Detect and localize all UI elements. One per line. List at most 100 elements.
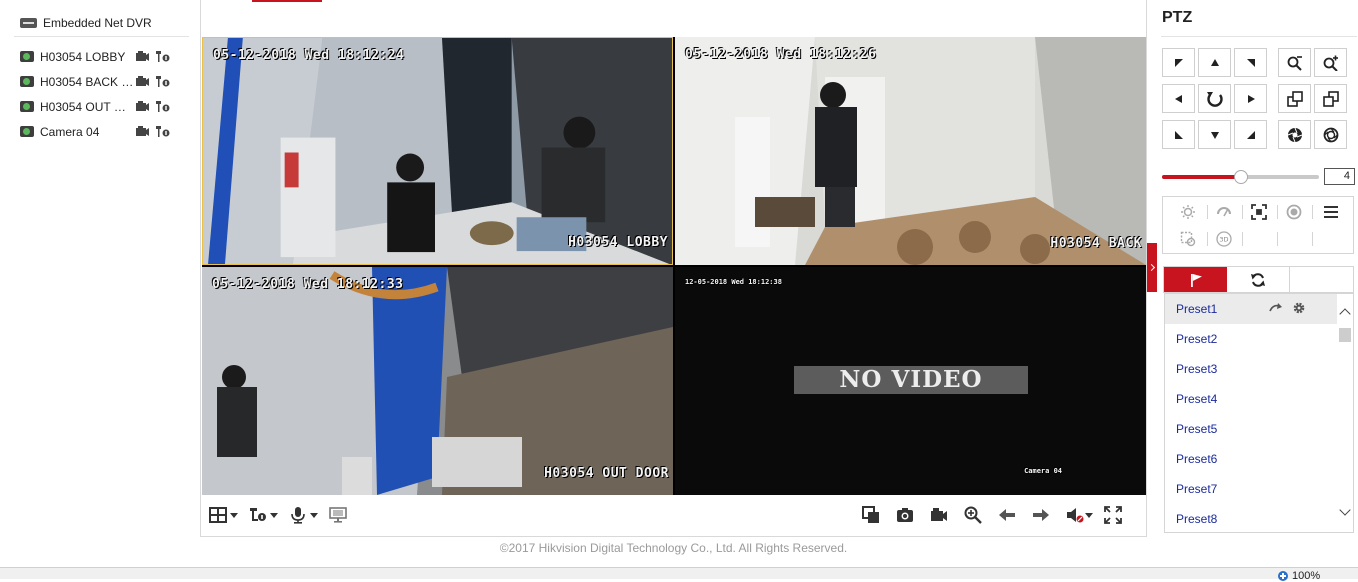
chevron-down-icon[interactable] [1085, 512, 1093, 518]
wiper-icon[interactable] [1213, 201, 1235, 223]
iris-close-button[interactable] [1278, 120, 1311, 149]
ptz-auto-pan-button[interactable] [1198, 84, 1231, 113]
fullscreen-icon[interactable] [1103, 506, 1123, 524]
osd-timestamp: 05-12-2018 Wed 18:12:33 [212, 277, 404, 292]
no-video-overlay: NO VIDEO [794, 366, 1028, 394]
next-page-icon[interactable] [1031, 506, 1051, 524]
ptz-icon[interactable] [155, 125, 170, 138]
chevron-down-icon[interactable] [230, 512, 238, 518]
record-icon[interactable] [135, 125, 150, 138]
camera-online-icon [20, 126, 34, 137]
zoom-level: 100% [1292, 570, 1321, 582]
tab-preset[interactable] [1164, 267, 1227, 292]
ptz-icon[interactable] [155, 50, 170, 63]
record-icon[interactable] [135, 50, 150, 63]
menu-icon[interactable] [1320, 201, 1342, 223]
camera-label: H03054 LOBBY [40, 49, 126, 64]
ptz-up-left-button[interactable] [1162, 48, 1195, 77]
ptz-right-button[interactable] [1234, 84, 1267, 113]
arrow-up-icon [1210, 58, 1219, 66]
gear-icon[interactable] [1292, 301, 1306, 315]
arrow-left-icon [1174, 94, 1182, 103]
snapshot-camera-icon[interactable] [895, 506, 915, 524]
preset-item[interactable]: Preset6 [1165, 444, 1337, 474]
video-window-back[interactable]: 05-12-2018 Wed 18:12:26 H03054 BACK [675, 37, 1146, 265]
zoom-out-button[interactable] [1278, 48, 1311, 77]
scrollbar-thumb[interactable] [1339, 328, 1351, 342]
ptz-up-button[interactable] [1198, 48, 1231, 77]
camera-feed-image [675, 37, 1146, 265]
slider-fill [1162, 175, 1241, 179]
preset-item[interactable]: Preset7 [1165, 474, 1337, 504]
preset-item[interactable]: Preset3 [1165, 354, 1337, 384]
window-layout-icon[interactable] [208, 506, 228, 524]
camera-item[interactable]: H03054 BACK DOOR [20, 69, 180, 94]
microphone-icon[interactable] [288, 506, 308, 524]
patrol-icon [1251, 272, 1265, 287]
preset-scrollbar[interactable] [1337, 294, 1353, 532]
chevron-down-icon[interactable] [1339, 504, 1351, 516]
capture-all-icon[interactable] [861, 506, 881, 524]
3d-positioning-icon[interactable]: 3D [1213, 228, 1235, 250]
chevron-down-icon[interactable] [310, 512, 318, 518]
panel-title: PTZ [1162, 9, 1193, 26]
arrow-down-icon [1210, 131, 1219, 139]
auto-focus-icon[interactable] [1248, 201, 1270, 223]
ptz-speed-slider[interactable] [1162, 170, 1319, 184]
video-window-camera-04[interactable]: 12-05-2018 Wed 18:12:38 NO VIDEO Camera … [675, 267, 1146, 495]
aux-functions-box: 3D [1162, 196, 1354, 254]
call-preset-icon[interactable] [1269, 302, 1283, 314]
camera-item[interactable]: Camera 04 [20, 119, 180, 144]
chevron-down-icon[interactable] [270, 512, 278, 518]
preset-item[interactable]: Preset8 [1165, 504, 1337, 532]
camera-item[interactable]: H03054 OUT DOOR [20, 94, 180, 119]
collapse-panel-button[interactable] [1147, 243, 1157, 292]
preset-item[interactable]: Preset1 [1165, 294, 1337, 324]
preset-label: Preset3 [1176, 362, 1218, 376]
video-window-lobby[interactable]: 05-12-2018 Wed 18:12:24 H03054 LOBBY [202, 37, 673, 265]
tab-patrol[interactable] [1227, 267, 1290, 292]
zoom-indicator[interactable]: 100% [1278, 570, 1320, 582]
previous-page-icon[interactable] [997, 506, 1017, 524]
preset-label: Preset1 [1176, 302, 1218, 316]
focus-near-button[interactable] [1278, 84, 1311, 113]
preset-label: Preset4 [1176, 392, 1218, 406]
zoom-in-button[interactable] [1314, 48, 1347, 77]
record-icon[interactable] [929, 506, 949, 524]
preset-item[interactable]: Preset4 [1165, 384, 1337, 414]
ptz-left-button[interactable] [1162, 84, 1195, 113]
regional-focus-icon[interactable] [1177, 228, 1199, 250]
chevron-up-icon[interactable] [1339, 308, 1351, 320]
ptz-down-left-button[interactable] [1162, 120, 1195, 149]
divider [1242, 232, 1243, 246]
iris-open-button[interactable] [1314, 120, 1347, 149]
preset-item[interactable]: Preset2 [1165, 324, 1337, 354]
record-icon[interactable] [135, 75, 150, 88]
ptz-down-button[interactable] [1198, 120, 1231, 149]
lens-init-icon[interactable] [1283, 201, 1305, 223]
record-icon[interactable] [135, 100, 150, 113]
ptz-up-right-button[interactable] [1234, 48, 1267, 77]
divider [1242, 205, 1243, 219]
ptz-control-icon[interactable] [248, 506, 268, 524]
video-toolbar-left [208, 505, 352, 525]
slider-handle[interactable] [1234, 170, 1248, 184]
ptz-icon[interactable] [155, 100, 170, 113]
ptz-down-right-button[interactable] [1234, 120, 1267, 149]
mute-icon[interactable] [1065, 506, 1085, 524]
device-node[interactable]: Embedded Net DVR [20, 14, 152, 32]
divider [1312, 205, 1313, 219]
device-title: Embedded Net DVR [43, 16, 152, 30]
divider [1277, 205, 1278, 219]
copyright-footer: ©2017 Hikvision Digital Technology Co., … [499, 541, 848, 555]
focus-far-button[interactable] [1314, 84, 1347, 113]
ptz-icon[interactable] [155, 75, 170, 88]
preset-item[interactable]: Preset5 [1165, 414, 1337, 444]
digital-zoom-screen-icon[interactable] [328, 506, 348, 524]
zoom-out-icon [1287, 55, 1302, 71]
video-window-out-door[interactable]: 05-12-2018 Wed 18:12:33 H03054 OUT DOOR [202, 267, 673, 495]
light-icon[interactable] [1177, 201, 1199, 223]
zoom-in-icon[interactable] [963, 506, 983, 524]
camera-item[interactable]: H03054 LOBBY [20, 44, 180, 69]
svg-text:3D: 3D [1219, 236, 1228, 244]
